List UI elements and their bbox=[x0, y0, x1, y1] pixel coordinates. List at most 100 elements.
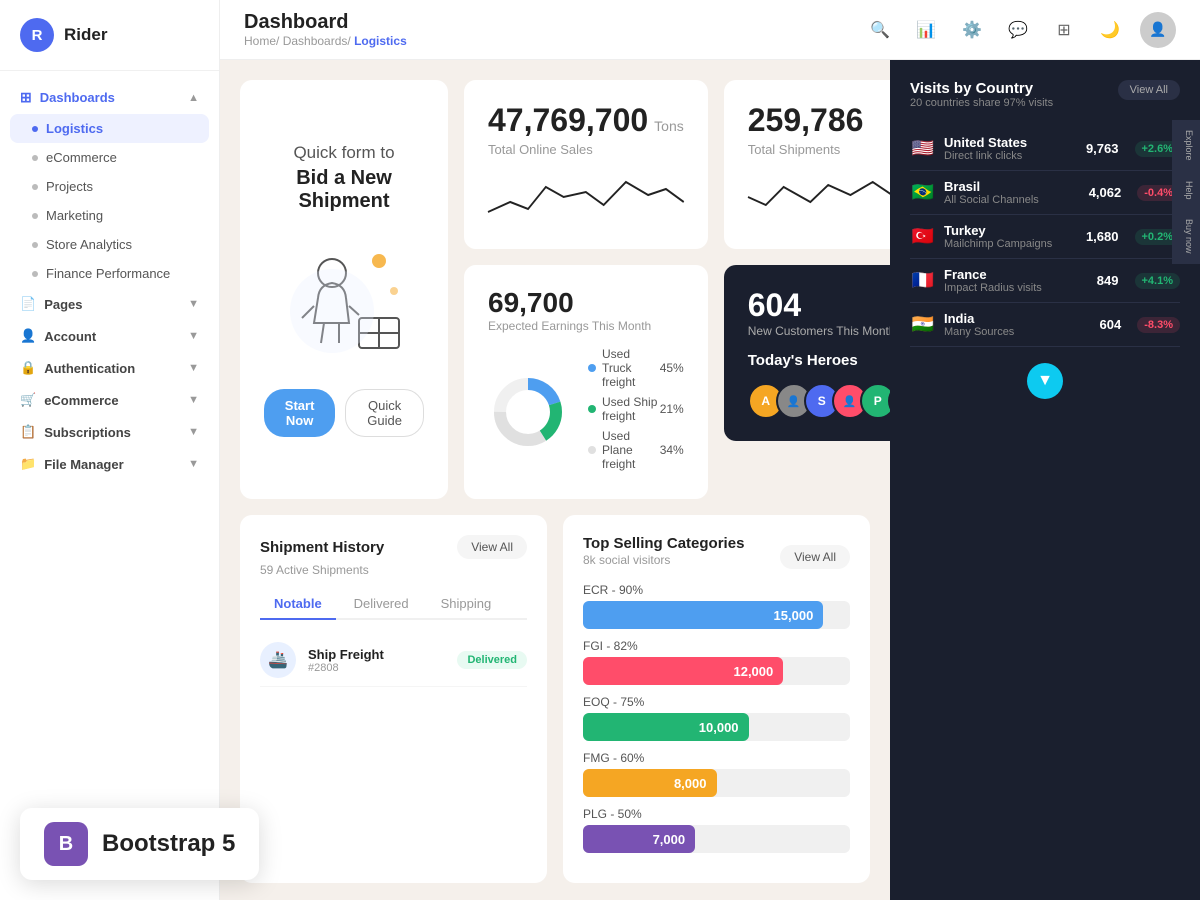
promo-title: Quick form to bbox=[293, 143, 394, 163]
cat-label-0: ECR - 90% bbox=[583, 583, 850, 597]
ecommerce-icon: 🛒 bbox=[20, 392, 36, 408]
total-shipments-label: Total Shipments bbox=[748, 142, 890, 157]
start-now-button[interactable]: Start Now bbox=[264, 389, 335, 437]
logo-icon: R bbox=[20, 18, 54, 52]
country-name-in: India bbox=[944, 311, 1092, 326]
flag-fr: 🇫🇷 bbox=[910, 272, 936, 290]
quick-guide-button[interactable]: Quick Guide bbox=[345, 389, 424, 437]
grid-view-icon[interactable]: ⊞ bbox=[1048, 14, 1080, 46]
country-info-fr: France Impact Radius visits bbox=[944, 267, 1089, 294]
explore-action[interactable]: Explore bbox=[1172, 120, 1200, 171]
visits-view-all-button[interactable]: View All bbox=[1118, 80, 1180, 100]
plane-label: Used Plane freight bbox=[602, 429, 660, 471]
sidebar-item-label: eCommerce bbox=[46, 150, 117, 165]
sidebar-item-ecommerce-parent[interactable]: 🛒 eCommerce ▼ bbox=[0, 384, 219, 416]
breadcrumb-dashboards: Dashboards/ bbox=[283, 34, 354, 48]
truck-dot bbox=[588, 364, 596, 372]
sidebar-item-subscriptions[interactable]: 📋 Subscriptions ▼ bbox=[0, 416, 219, 448]
total-sales-unit: Tons bbox=[654, 118, 684, 134]
heroes-card: 604 New Customers This Month Today's Her… bbox=[724, 265, 890, 441]
dashboards-label: Dashboards bbox=[40, 90, 115, 105]
heroes-title: Today's Heroes bbox=[748, 352, 890, 369]
country-source-fr: Impact Radius visits bbox=[944, 282, 1089, 294]
plane-dot bbox=[588, 446, 596, 454]
country-row-br: 🇧🇷 Brasil All Social Channels 4,062 -0.4… bbox=[910, 171, 1180, 215]
hero-avatar-5: P bbox=[860, 383, 890, 419]
breadcrumb-active: Logistics bbox=[354, 34, 407, 48]
bottom-grid: Shipment History View All 59 Active Ship… bbox=[240, 515, 870, 883]
buy-now-action[interactable]: Buy now bbox=[1172, 209, 1200, 264]
sidebar-item-pages[interactable]: 📄 Pages ▼ bbox=[0, 288, 219, 320]
search-icon[interactable]: 🔍 bbox=[864, 14, 896, 46]
top-grid: Quick form to Bid a New Shipment bbox=[240, 80, 870, 499]
topbar: Dashboard Home/ Dashboards/ Logistics 🔍 … bbox=[220, 0, 1200, 60]
main-area: Dashboard Home/ Dashboards/ Logistics 🔍 … bbox=[220, 0, 1200, 900]
sidebar-parent-label: File Manager bbox=[44, 457, 123, 472]
content-area: Quick form to Bid a New Shipment bbox=[220, 60, 1200, 900]
breadcrumb-home: Home/ bbox=[244, 34, 283, 48]
ship-info: Ship Freight #2808 bbox=[308, 647, 445, 674]
sidebar-section-dashboards[interactable]: ⊞ Dashboards ▲ bbox=[0, 81, 219, 114]
ship-freight-icon: 🚢 bbox=[260, 642, 296, 678]
sidebar-item-label: Store Analytics bbox=[46, 237, 132, 252]
sidebar-item-finance-performance[interactable]: Finance Performance bbox=[0, 259, 219, 288]
right-panel: Explore Help Buy now Visits by Country 2… bbox=[890, 60, 1200, 900]
promo-illustration bbox=[264, 243, 424, 363]
chart-icon[interactable]: 📊 bbox=[910, 14, 942, 46]
ship-dot bbox=[588, 405, 596, 413]
cat-bar-4: 7,000 bbox=[583, 825, 695, 853]
truck-label: Used Truck freight bbox=[602, 347, 660, 389]
sidebar-item-authentication[interactable]: 🔒 Authentication ▼ bbox=[0, 352, 219, 384]
cat-label-4: PLG - 50% bbox=[583, 807, 850, 821]
ship-id: #2808 bbox=[308, 662, 445, 674]
sidebar-parent-label: Authentication bbox=[44, 361, 135, 376]
earnings-number: 69,700 bbox=[488, 287, 684, 319]
categories-view-all-button[interactable]: View All bbox=[780, 545, 850, 569]
pages-icon: 📄 bbox=[20, 296, 36, 312]
user-avatar[interactable]: 👤 bbox=[1140, 12, 1176, 48]
tab-delivered[interactable]: Delivered bbox=[340, 589, 423, 620]
grid-icon: ⊞ bbox=[20, 89, 32, 106]
flag-us: 🇺🇸 bbox=[910, 140, 936, 158]
account-icon: 👤 bbox=[20, 328, 36, 344]
sidebar-item-account[interactable]: 👤 Account ▼ bbox=[0, 320, 219, 352]
cat-bar-0: 15,000 bbox=[583, 601, 823, 629]
active-dot bbox=[32, 126, 38, 132]
chevron-down-icon: ▼ bbox=[188, 426, 199, 438]
topbar-left: Dashboard Home/ Dashboards/ Logistics bbox=[244, 11, 407, 48]
side-actions: Explore Help Buy now bbox=[1172, 120, 1200, 264]
country-name-us: United States bbox=[944, 135, 1078, 150]
theme-icon[interactable]: 🌙 bbox=[1094, 14, 1126, 46]
sidebar-item-marketing[interactable]: Marketing bbox=[0, 201, 219, 230]
country-source-tr: Mailchimp Campaigns bbox=[944, 238, 1078, 250]
truck-pct: 45% bbox=[660, 361, 684, 375]
chevron-up-icon: ▲ bbox=[188, 92, 199, 104]
sidebar-item-projects[interactable]: Projects bbox=[0, 172, 219, 201]
flag-in: 🇮🇳 bbox=[910, 316, 936, 334]
chat-icon[interactable]: 💬 bbox=[1002, 14, 1034, 46]
sidebar-item-ecommerce[interactable]: eCommerce bbox=[0, 143, 219, 172]
chevron-down-icon: ▼ bbox=[188, 330, 199, 342]
ship-pct: 21% bbox=[660, 402, 684, 416]
settings-icon[interactable]: ⚙️ bbox=[956, 14, 988, 46]
shipment-history-card: Shipment History View All 59 Active Ship… bbox=[240, 515, 547, 883]
list-item: EOQ - 75% 10,000 bbox=[583, 695, 850, 741]
tab-shipping[interactable]: Shipping bbox=[427, 589, 506, 620]
sidebar-item-store-analytics[interactable]: Store Analytics bbox=[0, 230, 219, 259]
more-countries-button[interactable]: ▼ bbox=[1027, 363, 1063, 399]
list-item: FGI - 82% 12,000 bbox=[583, 639, 850, 685]
logo-area[interactable]: R Rider bbox=[0, 0, 219, 71]
tab-notable[interactable]: Notable bbox=[260, 589, 336, 620]
country-info-us: United States Direct link clicks bbox=[944, 135, 1078, 162]
promo-subtitle: Bid a New Shipment bbox=[264, 167, 424, 213]
cat-bar-1: 12,000 bbox=[583, 657, 783, 685]
sidebar-item-logistics[interactable]: Logistics bbox=[10, 114, 209, 143]
categories-subtitle: 8k social visitors bbox=[583, 553, 744, 567]
inactive-dot bbox=[32, 184, 38, 190]
help-action[interactable]: Help bbox=[1172, 171, 1200, 210]
bootstrap-icon: B bbox=[44, 822, 88, 866]
sidebar-item-file-manager[interactable]: 📁 File Manager ▼ bbox=[0, 448, 219, 480]
shipment-view-all-button[interactable]: View All bbox=[457, 535, 527, 559]
bootstrap-label: Bootstrap 5 bbox=[102, 830, 235, 858]
list-item: PLG - 50% 7,000 bbox=[583, 807, 850, 853]
